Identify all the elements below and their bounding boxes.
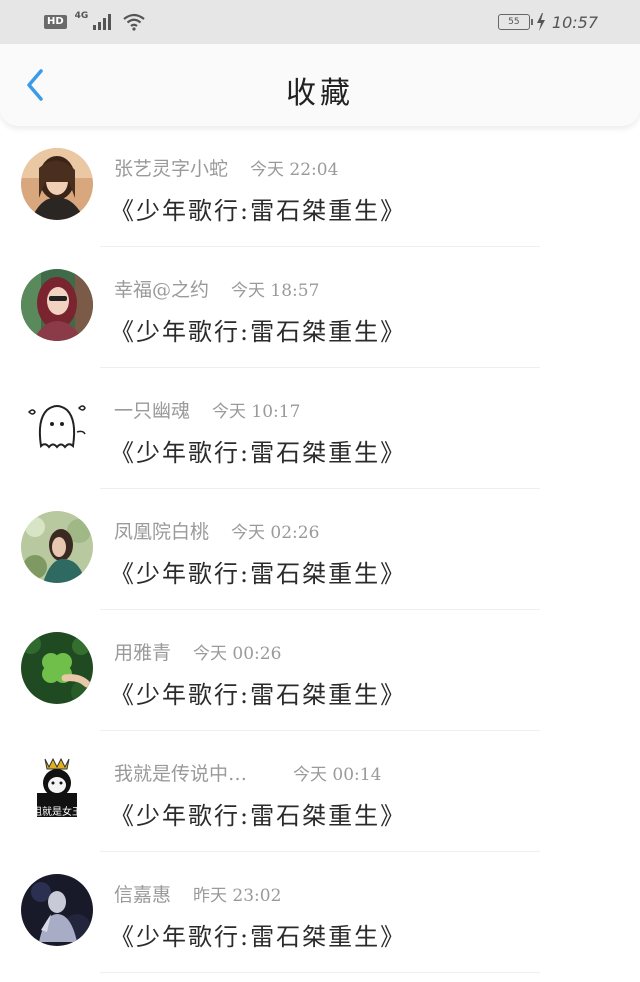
item-time: 今天 00:14 xyxy=(293,765,382,785)
item-time: 今天 10:17 xyxy=(212,402,301,422)
avatar[interactable] xyxy=(21,511,93,583)
user-name: 用雅青 xyxy=(114,642,172,664)
user-name: 信嘉惠 xyxy=(114,884,172,906)
clover-icon xyxy=(21,632,93,704)
avatar[interactable] xyxy=(21,874,93,946)
list-item[interactable]: 幸福@之约 今天 18:57 《少年歌行:雷石桀重生》 xyxy=(0,247,640,368)
user-name: 凤凰院白桃 xyxy=(114,521,210,543)
user-name: 幸福@之约 xyxy=(114,279,210,301)
user-name: 我就是传说中… xyxy=(114,763,248,785)
item-meta: 我就是传说中… 今天 00:14 xyxy=(114,759,382,785)
item-meta: 幸福@之约 今天 18:57 xyxy=(114,275,320,301)
item-meta: 张艺灵字小蛇 今天 22:04 xyxy=(114,154,339,180)
list-item[interactable]: 信嘉惠 昨天 23:02 《少年歌行:雷石桀重生》 xyxy=(0,852,640,973)
item-meta: 凤凰院白桃 今天 02:26 xyxy=(114,517,320,543)
network-type: 4G xyxy=(74,11,89,21)
avatar[interactable] xyxy=(21,390,93,462)
item-time: 今天 02:26 xyxy=(231,523,320,543)
item-title: 《少年歌行:雷石桀重生》 xyxy=(110,318,407,346)
item-time: 今天 22:04 xyxy=(250,160,339,180)
avatar[interactable] xyxy=(21,148,93,220)
nav-bar: 收藏 xyxy=(0,44,640,126)
item-title: 《少年歌行:雷石桀重生》 xyxy=(110,560,407,588)
item-time: 今天 18:57 xyxy=(231,281,320,301)
avatar-caption: 姐就是女王 xyxy=(32,807,82,818)
list-item[interactable]: 姐就是女王 我就是传说中… 今天 00:14 《少年歌行:雷石桀重生》 xyxy=(0,731,640,852)
battery-icon: 55 xyxy=(497,14,533,30)
item-meta: 一只幽魂 今天 10:17 xyxy=(114,396,301,422)
item-title: 《少年歌行:雷石桀重生》 xyxy=(110,439,407,467)
item-time: 昨天 23:02 xyxy=(193,886,282,906)
page-title: 收藏 xyxy=(286,76,354,111)
avatar[interactable] xyxy=(21,269,93,341)
avatar[interactable]: 姐就是女王 xyxy=(21,753,93,825)
list-item[interactable]: 张艺灵字小蛇 今天 22:04 《少年歌行:雷石桀重生》 xyxy=(0,126,640,247)
item-meta: 信嘉惠 昨天 23:02 xyxy=(114,880,282,906)
battery-level: 55 xyxy=(508,17,520,27)
status-right: 55 10:57 xyxy=(497,12,598,32)
favorites-list: 张艺灵字小蛇 今天 22:04 《少年歌行:雷石桀重生》 幸福@之约 今天 18:5… xyxy=(0,126,640,973)
user-name: 张艺灵字小蛇 xyxy=(114,158,229,180)
item-time: 今天 00:26 xyxy=(193,644,282,664)
status-time: 10:57 xyxy=(551,12,598,32)
list-item[interactable]: 凤凰院白桃 今天 02:26 《少年歌行:雷石桀重生》 xyxy=(0,489,640,610)
divider xyxy=(100,972,540,973)
avatar[interactable] xyxy=(21,632,93,704)
item-title: 《少年歌行:雷石桀重生》 xyxy=(110,197,407,225)
hd-badge: HD xyxy=(44,15,67,29)
list-item[interactable]: 用雅青 今天 00:26 《少年歌行:雷石桀重生》 xyxy=(0,610,640,731)
item-meta: 用雅青 今天 00:26 xyxy=(114,638,282,664)
status-left: HD 4G xyxy=(44,11,146,31)
item-title: 《少年歌行:雷石桀重生》 xyxy=(110,923,407,951)
item-title: 《少年歌行:雷石桀重生》 xyxy=(110,802,407,830)
ghost-icon xyxy=(21,390,93,462)
wifi-icon xyxy=(123,13,146,31)
status-bar: HD 4G 55 10:57 xyxy=(0,0,640,44)
list-item[interactable]: 一只幽魂 今天 10:17 《少年歌行:雷石桀重生》 xyxy=(0,368,640,489)
user-name: 一只幽魂 xyxy=(114,400,191,422)
signal-icon xyxy=(93,14,112,30)
charging-icon xyxy=(536,13,545,31)
item-title: 《少年歌行:雷石桀重生》 xyxy=(110,681,407,709)
